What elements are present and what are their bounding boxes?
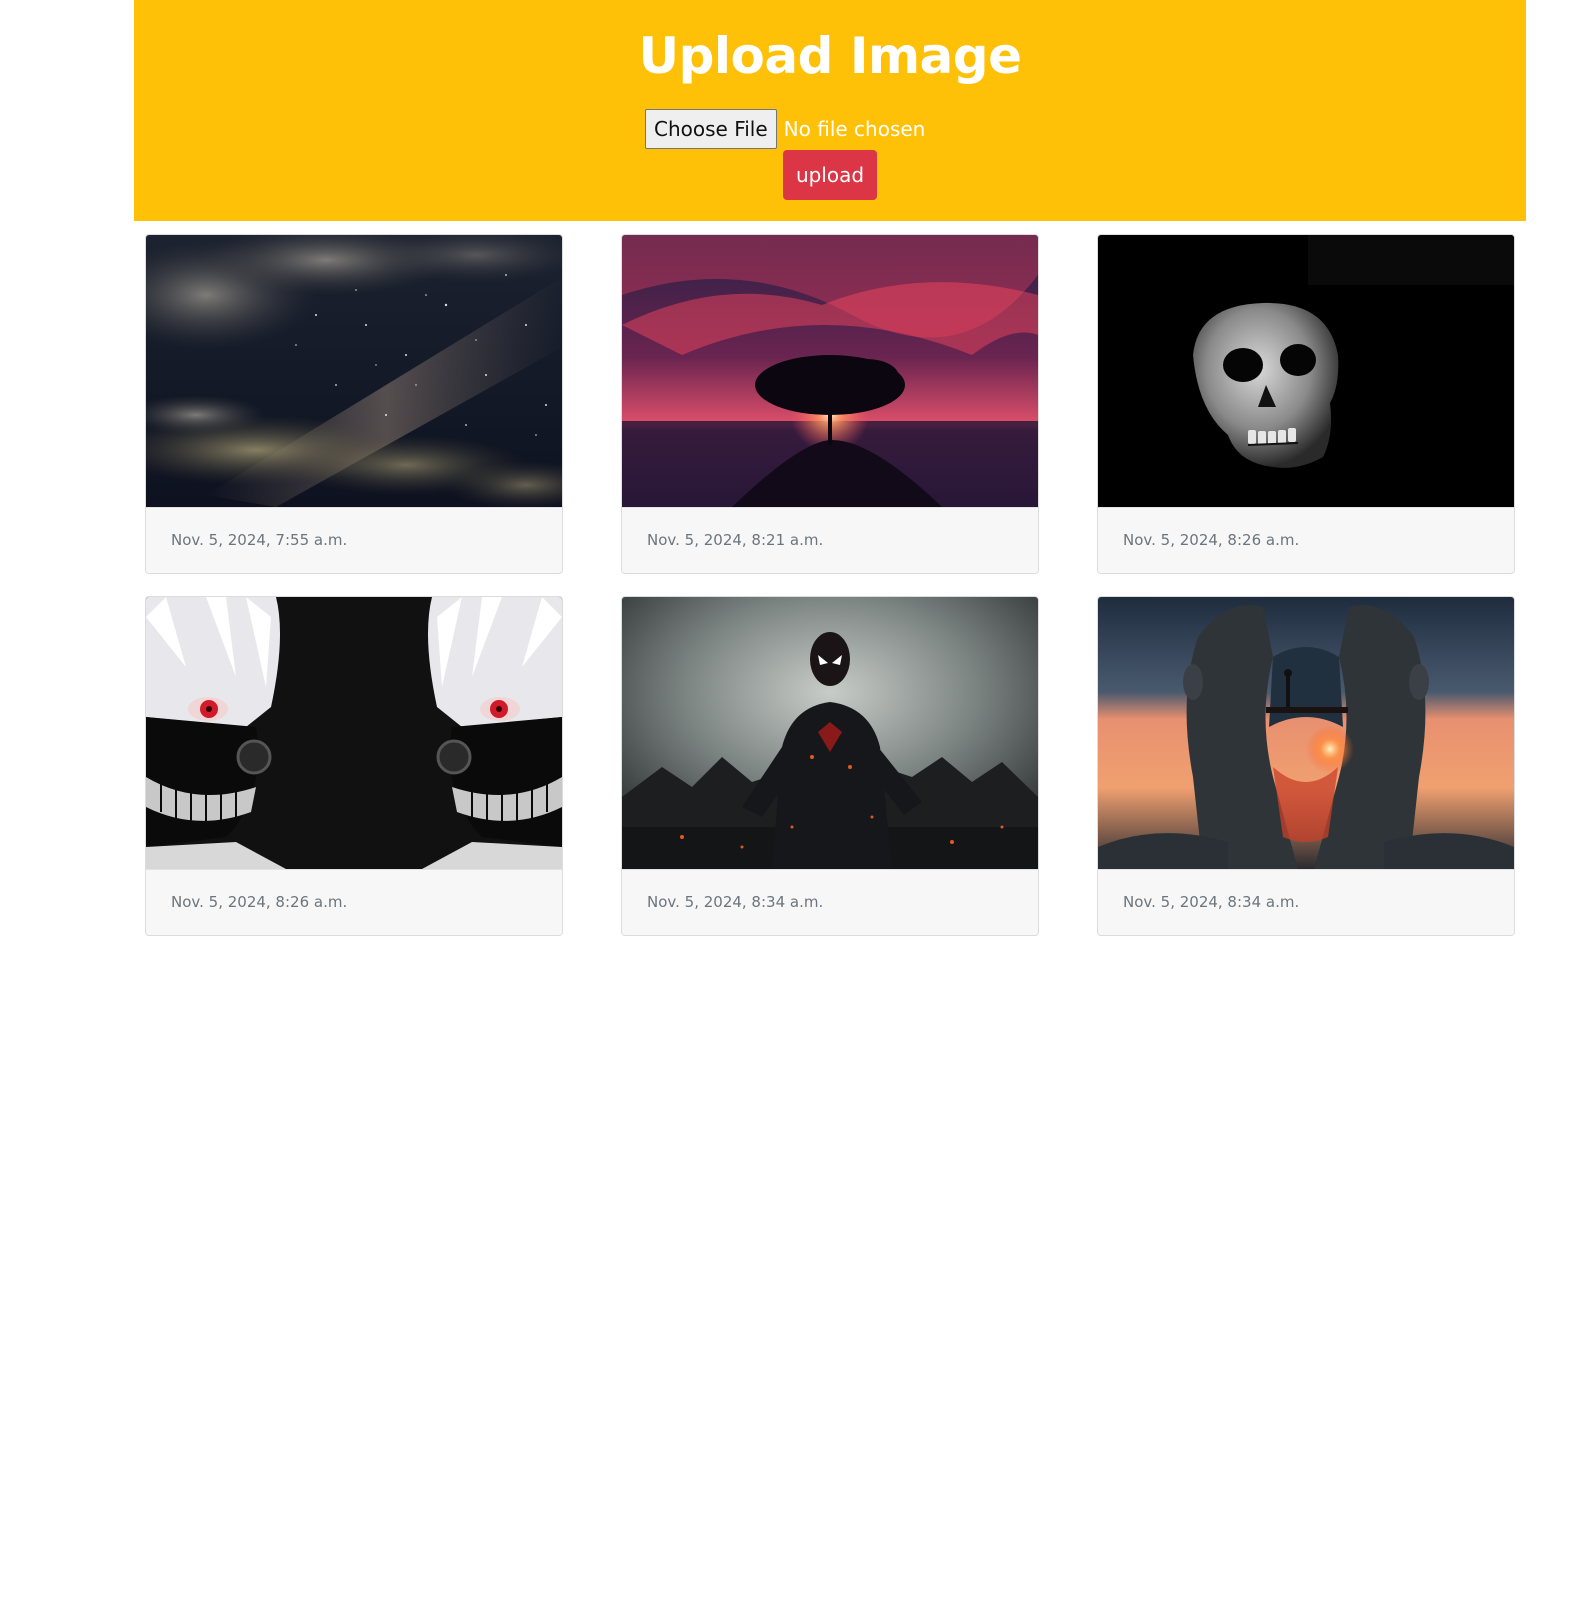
file-status-text: No file chosen [783,117,926,141]
skull-image [1098,235,1514,507]
upload-button[interactable]: upload [783,150,877,200]
card-footer: Nov. 5, 2024, 8:26 a.m. [1098,507,1514,573]
image-card: Nov. 5, 2024, 7:55 a.m. [145,234,563,574]
anime-masked-character-image [146,597,562,869]
upload-date: Nov. 5, 2024, 8:26 a.m. [171,893,348,911]
card-footer: Nov. 5, 2024, 8:34 a.m. [1098,869,1514,935]
card-footer: Nov. 5, 2024, 7:55 a.m. [146,507,562,573]
tree-sunset-image [622,235,1038,507]
page-title: Upload Image [638,27,1022,85]
image-card: Nov. 5, 2024, 8:21 a.m. [621,234,1039,574]
choose-file-button[interactable]: Choose File [645,109,777,149]
dark-spider-hero-image [622,597,1038,869]
upload-header: Upload Image Choose File No file chosen … [134,0,1526,221]
card-footer: Nov. 5, 2024, 8:21 a.m. [622,507,1038,573]
card-footer: Nov. 5, 2024, 8:34 a.m. [622,869,1038,935]
surreal-head-sunset-image [1098,597,1514,869]
image-card: Nov. 5, 2024, 8:26 a.m. [1097,234,1515,574]
upload-date: Nov. 5, 2024, 8:26 a.m. [1123,531,1300,549]
card-footer: Nov. 5, 2024, 8:26 a.m. [146,869,562,935]
starry-night-sky-image [146,235,562,507]
image-card: Nov. 5, 2024, 8:34 a.m. [621,596,1039,936]
file-input[interactable]: Choose File No file chosen [645,109,925,149]
upload-date: Nov. 5, 2024, 7:55 a.m. [171,531,348,549]
image-card: Nov. 5, 2024, 8:26 a.m. [145,596,563,936]
upload-date: Nov. 5, 2024, 8:34 a.m. [1123,893,1300,911]
page: Upload Image Choose File No file chosen … [0,0,1591,1601]
upload-date: Nov. 5, 2024, 8:34 a.m. [647,893,824,911]
image-card: Nov. 5, 2024, 8:34 a.m. [1097,596,1515,936]
upload-date: Nov. 5, 2024, 8:21 a.m. [647,531,824,549]
